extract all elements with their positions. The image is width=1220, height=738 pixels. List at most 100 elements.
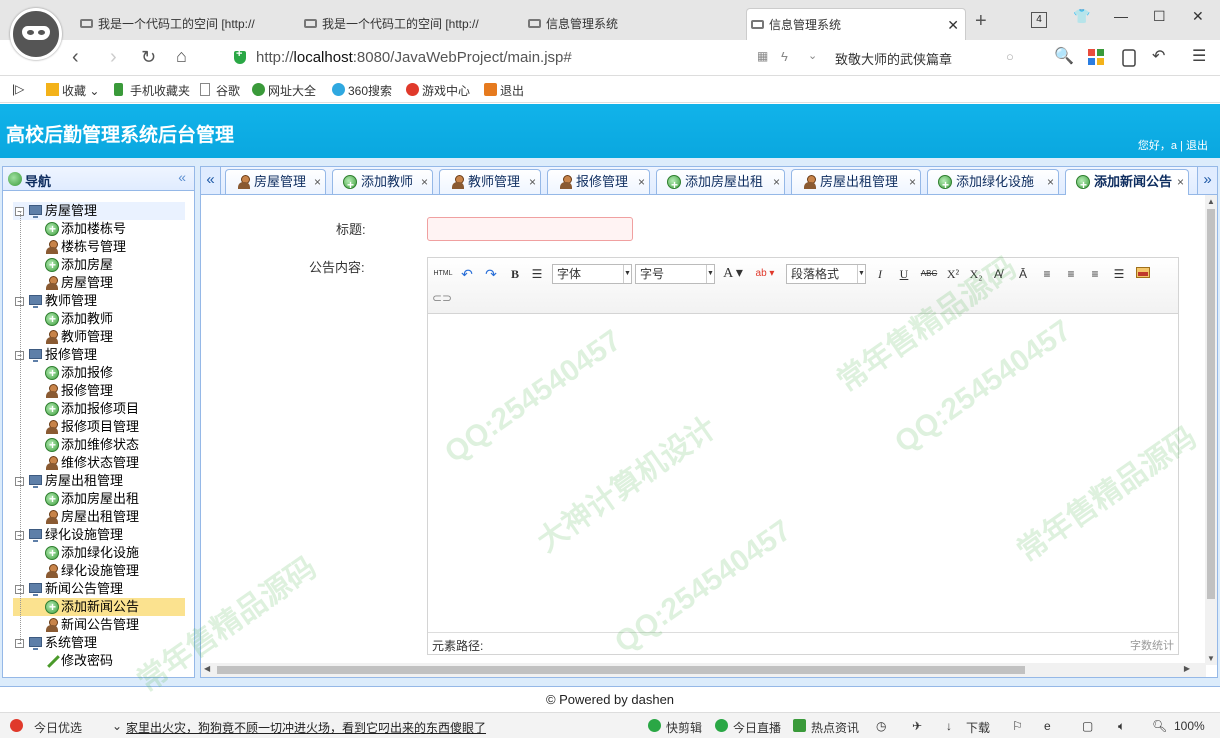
logout-link[interactable]: 退出 — [1186, 140, 1208, 152]
tree-item[interactable]: 添加维修状态 — [3, 436, 194, 454]
zoom-icon[interactable]: 🔍︎ — [1152, 719, 1167, 733]
new-tab-icon[interactable]: + — [975, 10, 987, 33]
vertical-scroll-thumb[interactable] — [1207, 209, 1215, 599]
tree-group-2[interactable]: − 教师管理 — [3, 292, 194, 310]
fav-google[interactable]: 谷歌 — [200, 82, 240, 99]
forward-icon[interactable]: › — [110, 46, 117, 69]
fav-sites[interactable]: 网址大全 — [252, 82, 316, 99]
tree-item[interactable]: 添加楼栋号 — [3, 220, 194, 238]
insert-image-icon[interactable] — [1134, 264, 1152, 284]
sound-icon[interactable]: 🔈︎ — [1118, 719, 1125, 734]
undo-button[interactable]: ↶ — [458, 264, 476, 284]
dropdown-icon[interactable]: ⌄ — [808, 49, 826, 67]
browser-tab-2[interactable]: 我是一个代码工的空间 [http:// — [300, 8, 520, 40]
link-icon[interactable]: ⊂⊃ — [432, 288, 452, 308]
sidebar-toggle-icon[interactable]: |▷ — [4, 82, 24, 96]
close-tab-icon[interactable]: × — [909, 170, 916, 194]
fav-mobile[interactable]: 手机收藏夹 — [114, 82, 190, 99]
format-painter-icon[interactable]: ☰ — [528, 264, 546, 284]
download-label[interactable]: 下载 — [966, 719, 990, 736]
browser-tab-active[interactable]: 信息管理系统 ✕ — [746, 8, 966, 40]
highlight-color-button[interactable]: ab ▾ — [752, 264, 778, 284]
content-tab[interactable]: 教师管理 × — [439, 169, 541, 194]
content-tab[interactable]: 添加绿化设施 × — [927, 169, 1059, 197]
search-small-icon[interactable]: ○ — [1006, 49, 1024, 67]
font-size-select[interactable]: 字号 ▼ — [635, 264, 715, 284]
bold-button[interactable]: B — [506, 264, 524, 284]
tree-item[interactable]: 房屋管理 — [3, 274, 194, 292]
tree-item[interactable]: 报修项目管理 — [3, 418, 194, 436]
tab-scroll-left-icon[interactable]: « — [201, 167, 221, 194]
home-icon[interactable]: ⌂ — [176, 46, 187, 67]
minimize-icon[interactable]: — — [1114, 8, 1128, 24]
font-color-button[interactable]: A ▾ — [720, 264, 746, 284]
close-tab-icon[interactable]: × — [773, 170, 780, 194]
tree-item[interactable]: 添加报修项目 — [3, 400, 194, 418]
underline-button[interactable]: U — [896, 264, 912, 284]
content-tab[interactable]: 添加房屋出租 × — [656, 169, 785, 197]
superscript-button[interactable]: X² — [943, 264, 963, 284]
speed-icon[interactable]: ◷ — [876, 719, 886, 733]
close-window-icon[interactable]: ✕ — [1192, 8, 1204, 25]
tree-item[interactable]: 修改密码 — [3, 652, 194, 670]
vertical-scrollbar[interactable]: ▲ ▼ — [1205, 195, 1217, 665]
subscript-button[interactable]: X₂ — [966, 264, 986, 284]
title-input[interactable] — [427, 217, 633, 241]
tree-item[interactable]: 添加新闻公告 — [13, 598, 185, 616]
align-left-icon[interactable]: ≡ — [1038, 264, 1056, 284]
fav-exit[interactable]: 退出 — [484, 82, 524, 99]
url-field[interactable]: http://localhost:8080/JavaWebProject/mai… — [228, 45, 768, 71]
tree-group-5[interactable]: − 绿化设施管理 — [3, 526, 194, 544]
tree-item[interactable]: 绿化设施管理 — [3, 562, 194, 580]
expand-icon[interactable]: ⌄ — [112, 719, 122, 733]
window-icon[interactable]: ▢ — [1082, 719, 1093, 733]
content-tab[interactable]: 报修管理 × — [547, 169, 650, 194]
tree-group-4[interactable]: − 房屋出租管理 — [3, 472, 194, 490]
horizontal-scrollbar[interactable]: ◀ ▶ — [201, 663, 1206, 677]
tree-group-7[interactable]: − 系统管理 — [3, 634, 194, 652]
tab-count-icon[interactable]: 4 — [1031, 12, 1047, 28]
ie-icon[interactable]: e — [1044, 719, 1051, 733]
html-source-button[interactable]: HTML — [432, 264, 454, 284]
font-family-select[interactable]: 字体 ▼ — [552, 264, 632, 284]
maximize-icon[interactable]: ☐ — [1153, 8, 1166, 25]
apps-icon[interactable] — [1088, 49, 1106, 67]
tree-item[interactable]: 教师管理 — [3, 328, 194, 346]
browser-tab-3[interactable]: 信息管理系统 — [524, 8, 744, 40]
menu-icon[interactable]: ☰ — [1192, 46, 1210, 65]
tree-item[interactable]: 添加绿化设施 — [3, 544, 194, 562]
zoom-level[interactable]: 100% — [1174, 719, 1205, 733]
news-headline-link[interactable]: 家里出火灾，狗狗竟不顾一切冲进火场，看到它叼出来的东西傻眼了 — [126, 719, 486, 736]
italic-button[interactable]: I — [872, 264, 888, 284]
accelerate-icon[interactable]: ✈ — [912, 719, 922, 733]
close-tab-icon[interactable]: × — [1177, 170, 1184, 194]
tree-item[interactable]: 报修管理 — [3, 382, 194, 400]
close-tab-icon[interactable]: × — [314, 170, 321, 194]
editor-content-area[interactable] — [428, 314, 1178, 632]
close-tab-icon[interactable]: × — [421, 170, 428, 194]
redo-button[interactable]: ↷ — [482, 264, 500, 284]
flag-icon[interactable]: ⚐ — [1012, 719, 1023, 733]
tablet-icon[interactable] — [1122, 49, 1140, 67]
tab-scroll-right-icon[interactable]: » — [1197, 167, 1217, 194]
close-tab-icon[interactable]: × — [638, 170, 645, 194]
collapse-sidebar-icon[interactable]: « — [178, 169, 186, 185]
tree-item[interactable]: 添加报修 — [3, 364, 194, 382]
close-tab-icon[interactable]: × — [1047, 170, 1054, 194]
content-tab[interactable]: 添加新闻公告 × — [1065, 169, 1189, 197]
horizontal-scroll-thumb[interactable] — [217, 666, 1025, 674]
browser-logo-icon[interactable] — [10, 8, 62, 60]
undo-icon[interactable]: ↶ — [1152, 46, 1170, 65]
quick-clip[interactable]: 快剪辑 — [666, 719, 702, 736]
skin-icon[interactable]: 👕 — [1073, 8, 1090, 25]
search-suggestion[interactable]: 致敬大师的武侠篇章 — [835, 49, 952, 68]
content-tab[interactable]: 房屋管理 × — [225, 169, 326, 194]
fav-games[interactable]: 游戏中心 — [406, 82, 470, 99]
fav-360search[interactable]: 360搜索 — [332, 82, 392, 99]
tree-item[interactable]: 新闻公告管理 — [3, 616, 194, 634]
clear-format-icon[interactable]: A̸ — [989, 264, 1007, 284]
tree-group-3[interactable]: − 报修管理 — [3, 346, 194, 364]
tree-item[interactable]: 添加房屋出租 — [3, 490, 194, 508]
content-tab[interactable]: 房屋出租管理 × — [791, 169, 921, 194]
refresh-icon[interactable]: ↻ — [141, 47, 156, 68]
